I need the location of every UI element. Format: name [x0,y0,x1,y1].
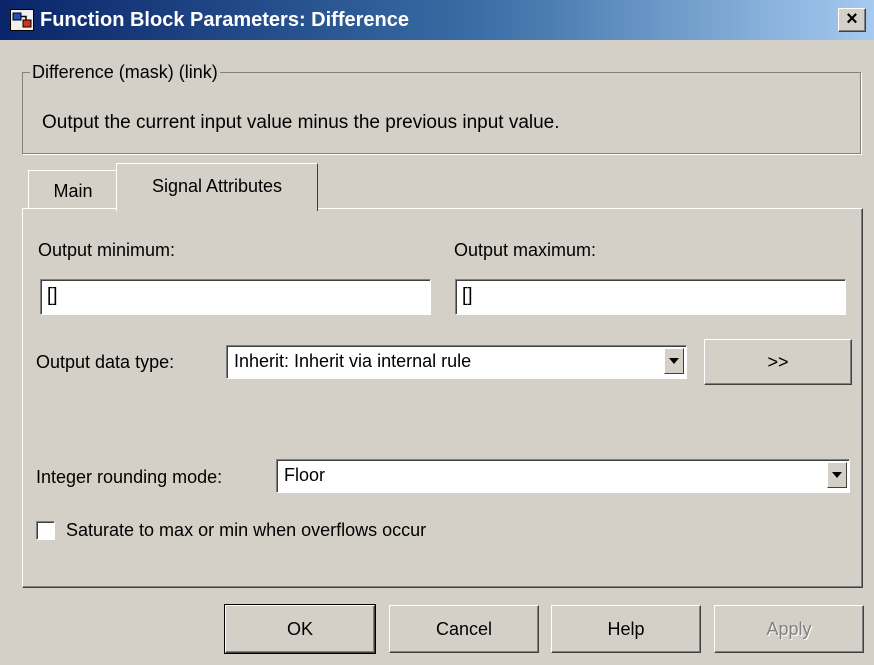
tab-signal-attributes-label: Signal Attributes [151,176,283,196]
title-bar[interactable]: Function Block Parameters: Difference × [0,0,874,40]
tab-main-label: Main [53,181,93,201]
apply-label: Apply [766,619,812,639]
saturate-checkbox[interactable] [36,521,55,540]
expand-label: >> [767,352,789,372]
close-icon: × [846,8,858,30]
help-button[interactable]: Help [551,605,701,653]
output-minimum-label: Output minimum: [38,240,176,260]
show-data-type-assistant-button[interactable]: >> [704,339,852,385]
tab-main[interactable]: Main [28,170,118,208]
tab-signal-attributes[interactable]: Signal Attributes [116,163,318,211]
ok-button[interactable]: OK [224,604,376,654]
block-description: Output the current input value minus the… [42,112,560,133]
close-button[interactable]: × [838,8,866,32]
integer-rounding-mode-select[interactable]: Floor [276,459,850,493]
chevron-down-icon[interactable] [827,462,847,488]
dialog-window: Function Block Parameters: Difference × … [0,0,874,665]
group-title: Difference (mask) (link) [30,62,220,82]
output-data-type-select[interactable]: Inherit: Inherit via internal rule [226,345,687,379]
output-maximum-label: Output maximum: [454,240,597,260]
saturate-label: Saturate to max or min when overflows oc… [66,520,427,540]
cancel-button[interactable]: Cancel [389,605,539,653]
output-minimum-field[interactable]: [] [40,279,431,315]
output-maximum-field[interactable]: [] [455,279,846,315]
help-label: Help [607,619,645,639]
window-title: Function Block Parameters: Difference [40,9,409,31]
simulink-block-icon [10,9,34,31]
ok-label: OK [286,619,313,639]
apply-button[interactable]: Apply [714,605,864,653]
integer-rounding-mode-label: Integer rounding mode: [36,467,223,487]
output-data-type-label: Output data type: [36,352,175,372]
chevron-down-icon[interactable] [664,348,684,374]
integer-rounding-mode-value: Floor [284,465,326,485]
output-data-type-value: Inherit: Inherit via internal rule [234,351,472,371]
cancel-label: Cancel [435,619,493,639]
